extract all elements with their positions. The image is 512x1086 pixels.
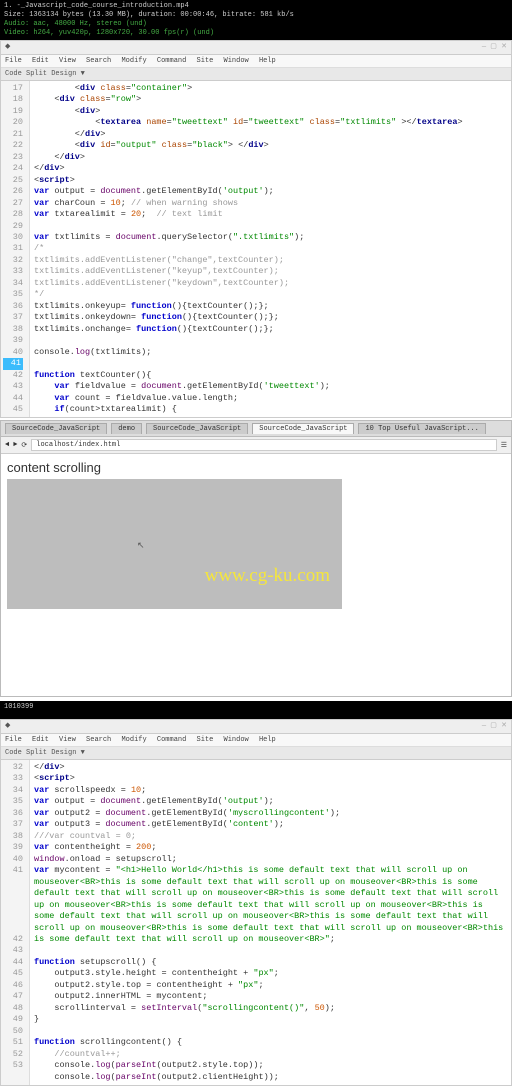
forward-icon[interactable]: ► (13, 441, 17, 449)
terminal-line: Size: 1363134 bytes (13.30 MB), duration… (4, 11, 294, 19)
code-area-2[interactable]: 32333435363738394041 4243444546474849505… (1, 760, 511, 1085)
editor-2: ◆ — ▢ ✕ File Edit View Search Modify Com… (0, 719, 512, 1086)
terminal-line: 1010399 (4, 703, 33, 711)
code-area-1[interactable]: 1718192021222324252627282930313233343536… (1, 81, 511, 418)
menu-view[interactable]: View (59, 57, 76, 65)
editor-view-tabs[interactable]: Code Split Design ▼ (1, 68, 511, 81)
page-content: content scrolling ↖ www.cg-ku.com (1, 454, 511, 696)
menu-site[interactable]: Site (197, 736, 214, 744)
code-content[interactable]: </div> <script> var scrollspeedx = 10; v… (30, 760, 511, 1085)
browser-window: SourceCode_JavaScript demo SourceCode_Ja… (0, 420, 512, 697)
menu-edit[interactable]: Edit (32, 736, 49, 744)
menu-site[interactable]: Site (197, 57, 214, 65)
browser-tab[interactable]: demo (111, 423, 142, 434)
menu-file[interactable]: File (5, 57, 22, 65)
reload-icon[interactable]: ⟳ (21, 441, 27, 450)
menu-search[interactable]: Search (86, 57, 111, 65)
menu-window[interactable]: Window (224, 736, 249, 744)
browser-tab[interactable]: SourceCode_JavaScript (146, 423, 248, 434)
close-icon[interactable]: — ▢ ✕ (482, 721, 507, 732)
page-heading: content scrolling (7, 460, 505, 475)
menu-modify[interactable]: Modify (121, 736, 146, 744)
editor-1: ◆ — ▢ ✕ File Edit View Search Modify Com… (0, 40, 512, 418)
terminal-line: Video: h264, yuv420p, 1280x720, 30.00 fp… (4, 29, 214, 37)
watermark-text: www.cg-ku.com (205, 565, 330, 587)
menu-search[interactable]: Search (86, 736, 111, 744)
menu-command[interactable]: Command (157, 57, 186, 65)
address-bar: ◄ ► ⟳ localhost/index.html ☰ (1, 437, 511, 454)
menu-icon[interactable]: ☰ (501, 441, 507, 450)
url-input[interactable]: localhost/index.html (31, 439, 496, 451)
menu-file[interactable]: File (5, 736, 22, 744)
line-gutter: 1718192021222324252627282930313233343536… (1, 81, 30, 418)
close-icon[interactable]: — ▢ ✕ (482, 42, 507, 53)
menu-window[interactable]: Window (224, 57, 249, 65)
editor-menu: File Edit View Search Modify Command Sit… (1, 55, 511, 68)
browser-tab[interactable]: SourceCode_JavaScript (5, 423, 107, 434)
editor-titlebar: ◆ — ▢ ✕ (1, 720, 511, 734)
scroll-canvas[interactable]: ↖ www.cg-ku.com (7, 479, 342, 609)
cursor-icon: ↖ (137, 541, 145, 551)
terminal-top: 1. -_Javascript_code_course_introduction… (0, 0, 512, 40)
app-icon: ◆ (5, 43, 10, 51)
terminal-mid: 1010399 (0, 701, 512, 719)
browser-tabbar: SourceCode_JavaScript demo SourceCode_Ja… (1, 421, 511, 437)
menu-modify[interactable]: Modify (121, 57, 146, 65)
terminal-line: Audio: aac, 48000 Hz, stereo (und) (4, 20, 147, 28)
menu-view[interactable]: View (59, 736, 76, 744)
editor-titlebar: ◆ — ▢ ✕ (1, 41, 511, 55)
menu-help[interactable]: Help (259, 736, 276, 744)
menu-edit[interactable]: Edit (32, 57, 49, 65)
terminal-line: 1. -_Javascript_code_course_introduction… (4, 2, 189, 10)
code-content[interactable]: <div class="container"> <div class="row"… (30, 81, 511, 418)
back-icon[interactable]: ◄ (5, 441, 9, 449)
app-icon: ◆ (5, 722, 10, 730)
menu-help[interactable]: Help (259, 57, 276, 65)
browser-tab-active[interactable]: SourceCode_JavaScript (252, 423, 354, 434)
browser-tab[interactable]: 10 Top Useful JavaScript... (358, 423, 485, 434)
editor-view-tabs[interactable]: Code Split Design ▼ (1, 747, 511, 760)
menu-command[interactable]: Command (157, 736, 186, 744)
editor-menu: File Edit View Search Modify Command Sit… (1, 734, 511, 747)
line-gutter: 32333435363738394041 4243444546474849505… (1, 760, 30, 1085)
